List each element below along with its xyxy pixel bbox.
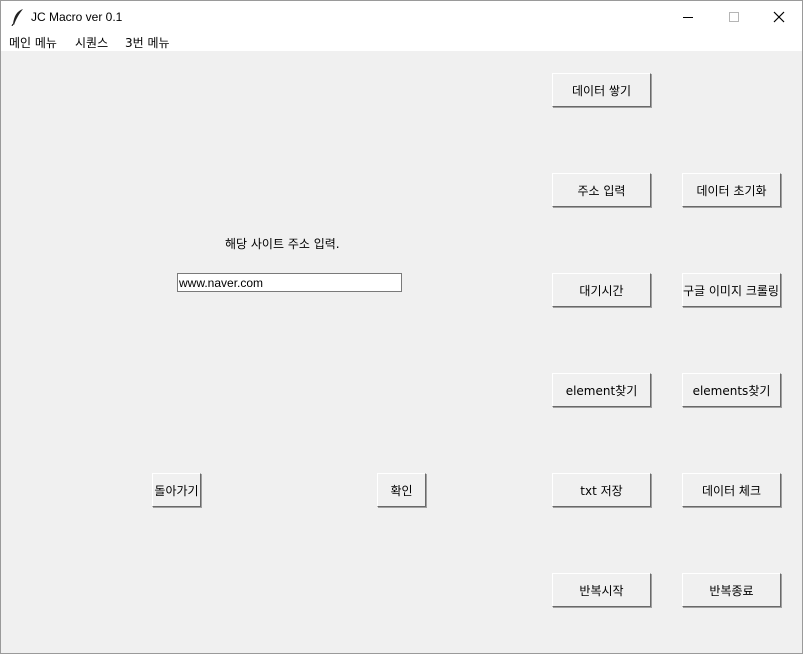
maximize-button[interactable] [711,1,757,33]
back-button[interactable]: 돌아가기 [152,473,201,507]
menu-main[interactable]: 메인 메뉴 [9,34,57,51]
site-address-label: 해당 사이트 주소 입력. [225,237,340,251]
main-content: 해당 사이트 주소 입력. 돌아가기 확인 데이터 쌓기 주소 입력 대기시간 … [1,51,802,653]
minimize-icon [683,17,693,18]
stack-data-button[interactable]: 데이터 쌓기 [552,73,651,107]
enter-address-button[interactable]: 주소 입력 [552,173,651,207]
menu-bar: 메인 메뉴 시퀀스 3번 메뉴 [1,33,802,51]
close-icon [773,11,785,23]
menu-sequence[interactable]: 시퀀스 [75,34,108,51]
reset-data-button[interactable]: 데이터 초기화 [682,173,781,207]
feather-icon [11,9,23,26]
google-image-crawl-button[interactable]: 구글 이미지 크롤링 [682,273,781,307]
loop-start-button[interactable]: 반복시작 [552,573,651,607]
menu-third[interactable]: 3번 메뉴 [125,34,170,51]
app-window: JC Macro ver 0.1 메인 메뉴 시퀀스 3번 메뉴 해당 사이트 … [0,0,803,654]
find-element-button[interactable]: element찾기 [552,373,651,407]
confirm-button[interactable]: 확인 [377,473,426,507]
wait-time-button[interactable]: 대기시간 [552,273,651,307]
save-txt-button[interactable]: txt 저장 [552,473,651,507]
window-title: JC Macro ver 0.1 [31,10,123,24]
minimize-button[interactable] [665,1,711,33]
title-bar[interactable]: JC Macro ver 0.1 [1,1,802,33]
find-elements-button[interactable]: elements찾기 [682,373,781,407]
url-input[interactable] [177,273,402,292]
loop-end-button[interactable]: 반복종료 [682,573,781,607]
maximize-icon [729,12,739,22]
close-button[interactable] [756,1,802,33]
check-data-button[interactable]: 데이터 체크 [682,473,781,507]
